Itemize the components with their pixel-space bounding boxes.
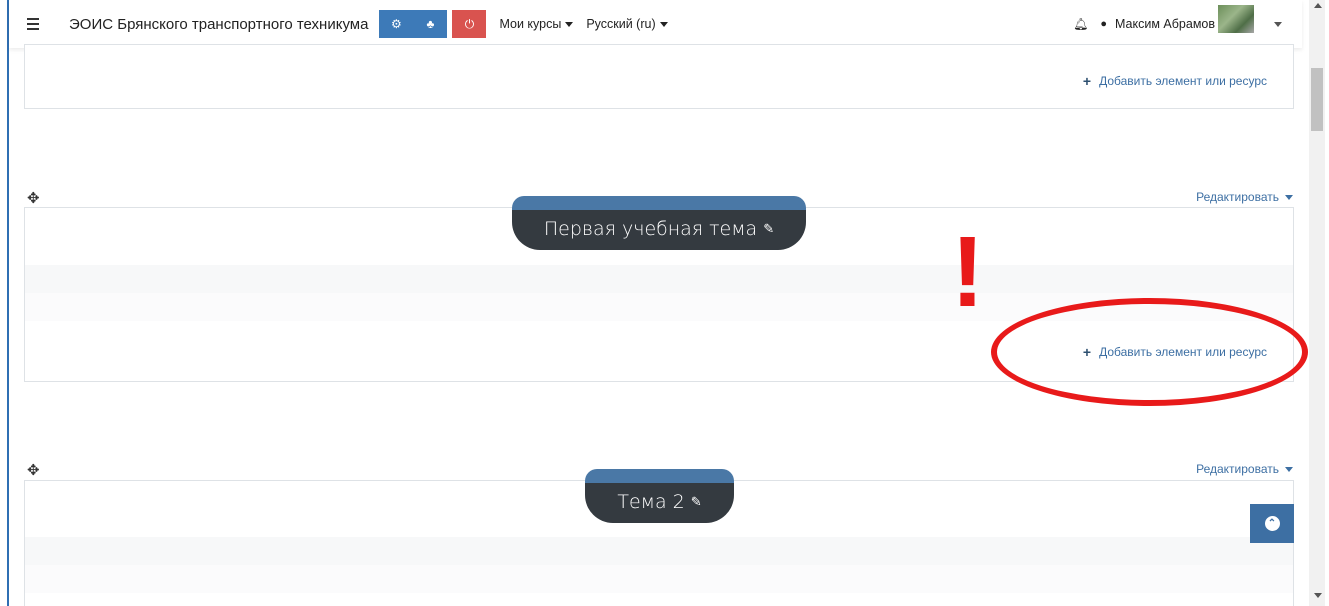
back-to-top-button[interactable]: ⌃ [1250,504,1294,543]
section-summary-row [25,537,1293,565]
add-activity-label: Добавить элемент или ресурс [1099,74,1267,88]
pencil-icon[interactable]: ✎ [763,222,774,237]
scroll-down-icon[interactable] [1314,593,1322,598]
chevron-up-icon: ⌃ [1264,516,1280,531]
hamburger-icon[interactable] [27,18,49,30]
highlight-ellipse [991,298,1308,406]
chevron-down-icon [1285,466,1293,472]
chevron-down-icon [1285,194,1293,200]
language-label: Русский (ru) [586,17,656,31]
admin-button-group: ⚙ ♣ ⏻ [379,10,487,38]
chevron-down-icon [659,21,668,27]
scrollbar-thumb[interactable] [1311,68,1323,131]
my-courses-menu[interactable]: Мои курсы [499,17,574,31]
vertical-scrollbar[interactable] [1309,0,1325,606]
edit-menu-link[interactable]: Редактировать [1196,190,1293,204]
section-title[interactable]: Тема 2 ✎ [585,469,734,523]
move-icon[interactable]: ✥ [27,189,40,207]
chevron-down-icon [565,21,574,27]
user-name[interactable]: Максим Абрамов [1115,17,1215,31]
top-navbar: ЭОИС Брянского транспортного техникума ⚙… [9,0,1302,48]
add-activity-link[interactable]: + Добавить элемент или ресурс [1083,73,1267,89]
language-menu[interactable]: Русский (ru) [586,17,668,31]
edit-menu-link[interactable]: Редактировать [1196,462,1293,476]
edit-label: Редактировать [1196,462,1279,476]
section-title[interactable]: Первая учебная тема ✎ [512,196,806,250]
section-summary-row [25,265,1293,293]
plus-icon: + [1082,73,1092,89]
my-courses-label: Мои курсы [499,17,562,31]
bell-icon[interactable]: 🔔︎ [1073,17,1088,31]
user-area: 🔔︎ ● Максим Абрамов [1073,5,1302,33]
scroll-up-icon[interactable] [1314,3,1322,8]
chat-icon[interactable]: ● [1100,18,1107,30]
pencil-icon[interactable]: ✎ [691,495,702,510]
section-box-top: + Добавить элемент или ресурс [24,44,1294,109]
avatar[interactable] [1218,5,1254,33]
cogs-icon[interactable]: ⚙ [379,10,414,38]
section-summary-row [25,565,1293,593]
power-icon[interactable]: ⏻ [452,10,487,38]
sitemap-icon[interactable]: ♣ [413,10,448,38]
site-name-link[interactable]: ЭОИС Брянского транспортного техникума [69,16,368,33]
user-menu-caret-icon[interactable] [1274,21,1282,27]
edit-label: Редактировать [1196,190,1279,204]
section-title-text: Первая учебная тема [543,218,758,240]
section-title-text: Тема 2 [617,491,685,513]
move-icon[interactable]: ✥ [27,461,40,479]
exclamation-annotation: ! [951,216,985,328]
